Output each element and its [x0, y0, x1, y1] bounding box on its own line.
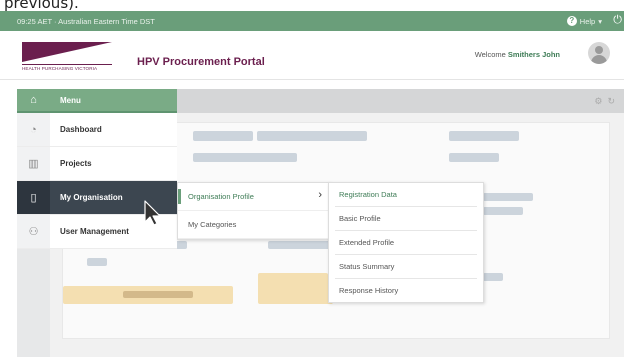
help-menu[interactable]: ? Help ▾ [566, 16, 602, 26]
logo-text: HEALTH PURCHASING VICTORIA [22, 66, 98, 71]
question-circle-icon: ? [566, 16, 577, 26]
submenu-item-extended-profile[interactable]: Extended Profile [335, 231, 477, 255]
chevron-down-icon: ▾ [598, 16, 602, 26]
menu-header[interactable]: ⌂ Menu [17, 89, 177, 113]
submenu-item-basic-profile[interactable]: Basic Profile [335, 207, 477, 231]
chevron-right-icon: › [318, 189, 322, 201]
welcome-text: Welcome Smithers John [475, 50, 560, 59]
submenu-item-label: Organisation Profile [188, 192, 254, 201]
building-icon: ▯ [17, 181, 50, 214]
logo-mark [22, 42, 112, 62]
organisation-submenu: Organisation Profile › My Categories [177, 182, 330, 240]
submenu-item-label: My Categories [188, 220, 237, 229]
welcome-prefix: Welcome [474, 50, 506, 59]
avatar-body [591, 55, 607, 64]
power-icon[interactable]: ⏻ [613, 14, 622, 27]
avatar-head [595, 46, 603, 54]
submenu-item-organisation-profile[interactable]: Organisation Profile › [178, 183, 329, 211]
menu-item-label: Projects [60, 159, 92, 168]
profile-submenu: Registration Data Basic Profile Extended… [328, 182, 484, 303]
panel-tools[interactable]: ⚙↻ [594, 96, 620, 107]
blurred-text [483, 273, 503, 281]
user-name-link[interactable]: Smithers John [508, 50, 560, 59]
blurred-text [257, 153, 297, 162]
blurred-highlight [258, 286, 333, 304]
submenu-item-my-categories[interactable]: My Categories [178, 211, 329, 239]
app-header: HEALTH PURCHASING VICTORIA HPV Procureme… [0, 31, 624, 80]
home-icon: ⌂ [30, 94, 37, 106]
logo-rule [22, 64, 112, 65]
hpv-logo[interactable]: HEALTH PURCHASING VICTORIA [22, 42, 112, 72]
mouse-cursor-icon [144, 200, 161, 226]
blurred-text [123, 291, 193, 298]
page-caption: previous). [4, 0, 79, 11]
portal-title: HPV Procurement Portal [137, 56, 265, 68]
menu-item-label: User Management [60, 227, 129, 236]
menu-label: Menu [60, 95, 81, 105]
blurred-text [483, 207, 523, 215]
submenu-item-status-summary[interactable]: Status Summary [335, 255, 477, 279]
users-icon: ⚇ [17, 215, 50, 248]
blurred-text [449, 153, 499, 162]
blurred-text [268, 241, 333, 249]
blurred-text [257, 131, 367, 141]
help-label: Help [579, 16, 596, 26]
refresh-icon[interactable]: ↻ [607, 96, 620, 106]
timezone-text: 09:25 AET · Australian Eastern Time DST [17, 17, 155, 26]
menu-item-label: Dashboard [60, 125, 102, 134]
blurred-text [87, 258, 107, 266]
blurred-text [193, 131, 253, 141]
projects-icon: ▥ [17, 147, 50, 180]
menu-item-dashboard[interactable]: ◔ Dashboard [17, 113, 177, 147]
blurred-text [483, 193, 533, 201]
menu-item-projects[interactable]: ▥ Projects [17, 147, 177, 181]
menu-item-label: My Organisation [60, 193, 123, 202]
submenu-item-response-history[interactable]: Response History [335, 279, 477, 302]
top-bar: 09:25 AET · Australian Eastern Time DST … [0, 11, 624, 31]
blurred-text [449, 131, 519, 141]
dashboard-icon: ◔ [17, 113, 50, 146]
settings-icon[interactable]: ⚙ [594, 96, 607, 106]
avatar[interactable] [588, 42, 610, 64]
submenu-item-registration-data[interactable]: Registration Data [335, 183, 477, 207]
